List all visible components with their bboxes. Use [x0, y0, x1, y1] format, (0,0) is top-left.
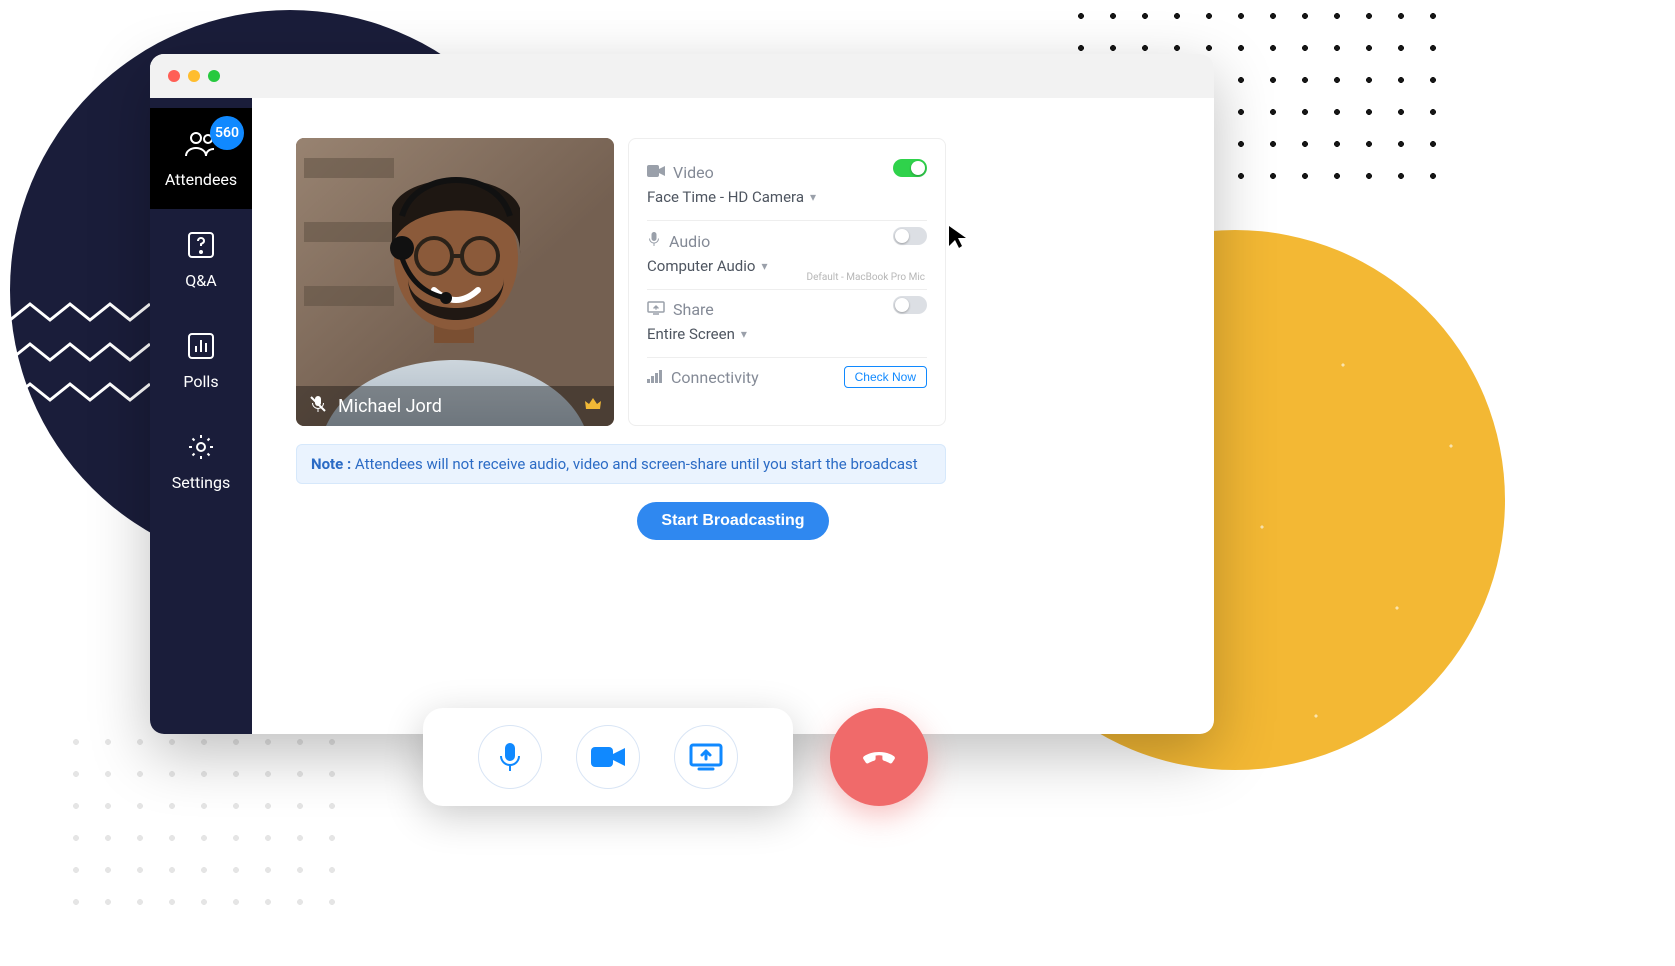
attendees-badge: 560 — [210, 116, 244, 150]
hangup-button[interactable] — [830, 708, 928, 806]
settings-icon — [187, 433, 215, 465]
sidebar-item-label: Polls — [183, 372, 218, 391]
call-controls-bar — [423, 708, 793, 806]
mic-button[interactable] — [478, 725, 542, 789]
polls-icon — [187, 332, 215, 364]
main-content: Michael Jord — [252, 98, 1214, 734]
video-label: Video — [673, 163, 714, 182]
window-close-dot[interactable] — [168, 70, 180, 82]
video-device-selector[interactable]: Face Time - HD Camera ▾ — [647, 188, 927, 206]
decor-dots-light — [60, 726, 360, 926]
start-broadcasting-button[interactable]: Start Broadcasting — [637, 502, 828, 540]
video-icon — [647, 163, 665, 182]
sidebar-item-settings[interactable]: Settings — [150, 411, 252, 512]
signal-icon — [647, 368, 663, 387]
hangup-icon — [856, 734, 902, 780]
presenter-name: Michael Jord — [338, 396, 442, 417]
broadcast-note-banner: Note : Attendees will not receive audio,… — [296, 444, 946, 484]
video-toggle[interactable] — [893, 159, 927, 177]
share-setting-row: Share Entire Screen ▾ — [647, 290, 927, 358]
av-settings-card: Video Face Time - HD Camera ▾ — [628, 138, 946, 426]
share-target-value: Entire Screen — [647, 325, 735, 343]
window-titlebar — [150, 54, 1214, 98]
video-device-value: Face Time - HD Camera — [647, 188, 804, 206]
sidebar-item-label: Q&A — [185, 271, 216, 290]
presenter-headshot — [296, 138, 614, 426]
audio-device-value: Computer Audio — [647, 257, 755, 275]
note-text: Attendees will not receive audio, video … — [355, 455, 918, 473]
share-target-selector[interactable]: Entire Screen ▾ — [647, 325, 927, 343]
audio-toggle[interactable] — [893, 227, 927, 245]
connectivity-label: Connectivity — [671, 368, 759, 387]
check-now-button[interactable]: Check Now — [844, 366, 927, 388]
sidebar-item-attendees[interactable]: 560 Attendees — [150, 108, 252, 209]
share-label: Share — [673, 300, 714, 319]
mic-muted-icon — [308, 394, 328, 419]
sidebar-item-label: Attendees — [165, 170, 237, 189]
window-minimize-dot[interactable] — [188, 70, 200, 82]
presenter-video-tile: Michael Jord — [296, 138, 614, 426]
chevron-down-icon: ▾ — [761, 259, 767, 273]
sidebar-item-label: Settings — [172, 473, 230, 492]
share-toggle[interactable] — [893, 296, 927, 314]
chevron-down-icon: ▾ — [741, 327, 747, 341]
presenter-name-bar: Michael Jord — [296, 386, 614, 426]
decor-zigzag — [10, 300, 150, 420]
camera-button[interactable] — [576, 725, 640, 789]
sidebar-item-qa[interactable]: Q&A — [150, 209, 252, 310]
video-setting-row: Video Face Time - HD Camera ▾ — [647, 153, 927, 221]
share-icon — [647, 300, 665, 319]
audio-label: Audio — [669, 232, 710, 251]
audio-setting-row: Audio Computer Audio ▾ Default - MacBook… — [647, 221, 927, 290]
host-crown-icon — [584, 395, 602, 418]
note-prefix: Note : — [311, 455, 351, 473]
app-window: 560 Attendees — [150, 54, 1214, 734]
chevron-down-icon: ▾ — [810, 190, 816, 204]
connectivity-row: Connectivity Check Now — [647, 358, 927, 401]
window-maximize-dot[interactable] — [208, 70, 220, 82]
audio-default-text: Default - MacBook Pro Mic — [807, 272, 926, 283]
sidebar: 560 Attendees — [150, 98, 252, 734]
sidebar-item-polls[interactable]: Polls — [150, 310, 252, 411]
mouse-cursor-icon — [947, 224, 969, 250]
audio-icon — [647, 231, 661, 251]
qa-icon — [187, 231, 215, 263]
share-screen-button[interactable] — [674, 725, 738, 789]
